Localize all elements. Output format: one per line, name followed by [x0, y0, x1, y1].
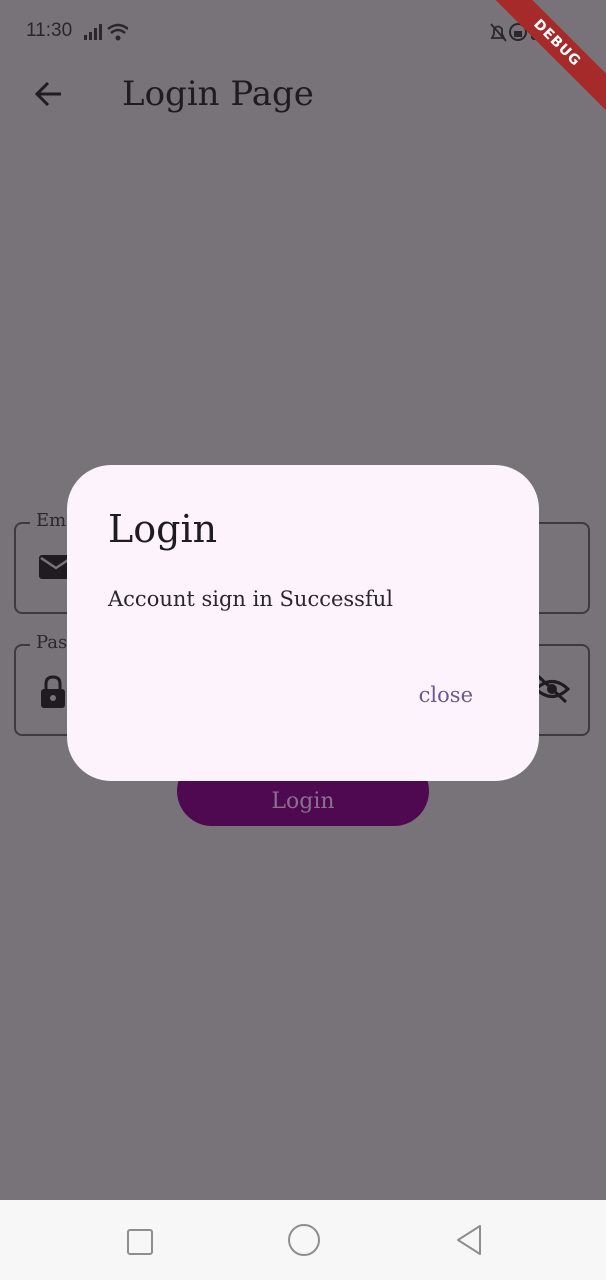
dialog-close-button[interactable]: close [419, 683, 473, 707]
status-time: 11:30 [26, 20, 73, 41]
wifi-icon [107, 23, 129, 41]
page-title: Login Page [122, 74, 314, 114]
recents-square-icon[interactable] [127, 1229, 153, 1255]
arrow-left-icon [34, 81, 61, 107]
back-triangle-icon[interactable] [455, 1224, 483, 1260]
signal-icon [84, 24, 102, 40]
system-nav-bar [0, 1200, 606, 1280]
bell-off-icon [490, 23, 507, 42]
status-icons-left [84, 22, 129, 48]
dialog-message: Account sign in Successful [108, 587, 393, 611]
login-page: 11:30 Login Page Em Pas Login DEBUG Logi… [0, 0, 606, 1200]
dialog-title: Login [108, 507, 218, 551]
login-dialog: Login Account sign in Successful close [67, 465, 539, 781]
debug-banner: DEBUG [487, 0, 606, 113]
lock-icon [38, 674, 68, 714]
email-field-label: Em [30, 510, 73, 531]
home-circle-icon[interactable] [288, 1224, 320, 1256]
eye-off-icon[interactable] [533, 674, 571, 708]
back-button[interactable] [24, 70, 72, 118]
